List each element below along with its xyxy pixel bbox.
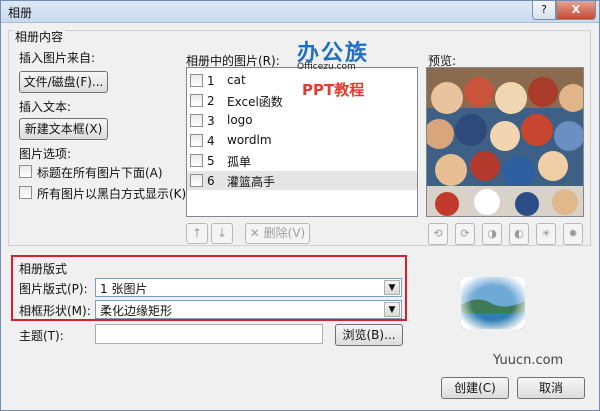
watermark-subtitle: PPT教程 <box>302 81 365 99</box>
picture-options-label: 图片选项: <box>19 147 72 161</box>
insert-picture-from-label: 插入图片来自: <box>19 51 96 65</box>
list-item[interactable]: 3 logo <box>187 111 417 130</box>
rotate-left-icon[interactable]: ⟲ <box>428 223 448 245</box>
picture-layout-select[interactable]: 1 张图片 ▼ <box>95 278 402 297</box>
picture-checkbox[interactable] <box>190 74 203 87</box>
watermark-url: Officezu.com <box>297 62 356 72</box>
dropdown-arrow-icon: ▼ <box>384 280 400 295</box>
dropdown-arrow-icon: ▼ <box>384 302 400 317</box>
contrast-up-icon[interactable]: ◑ <box>482 223 502 245</box>
picture-name: wordlm <box>227 133 272 147</box>
frame-shape-label: 相框形状(M): <box>19 304 91 318</box>
picture-checkbox[interactable] <box>190 174 203 187</box>
create-button[interactable]: 创建(C) <box>441 377 509 399</box>
frame-shape-value: 柔化边缘矩形 <box>100 304 173 318</box>
help-button[interactable]: ? <box>532 1 556 20</box>
photo-album-dialog: 相册 ? X 相册内容 插入图片来自: 文件/磁盘(F)... 插入文本: 新建… <box>0 0 600 411</box>
black-white-label: 所有图片以黑白方式显示(K) <box>37 187 187 201</box>
picture-number: 6 <box>207 174 215 188</box>
black-white-checkbox[interactable] <box>19 186 32 199</box>
delete-x-icon: ✕ <box>249 226 260 240</box>
watermark-logo: 办公族 Officezu.com PPT教程 <box>297 35 409 111</box>
frame-shape-select[interactable]: 柔化边缘矩形 ▼ <box>95 300 402 319</box>
anime-collage-picture <box>427 68 583 216</box>
list-item[interactable]: 5 孤单 <box>187 151 417 170</box>
picture-name: logo <box>227 113 253 127</box>
picture-name: 灌篮高手 <box>227 175 276 189</box>
picture-number: 2 <box>207 94 215 108</box>
move-down-button[interactable]: ↓ <box>211 223 233 244</box>
picture-layout-value: 1 张图片 <box>100 282 148 296</box>
album-content-legend: 相册内容 <box>13 28 66 45</box>
picture-name: cat <box>227 73 246 87</box>
picture-checkbox[interactable] <box>190 94 203 107</box>
delete-button[interactable]: ✕ 删除(V) <box>245 223 310 244</box>
preview-image <box>426 67 584 217</box>
new-textbox-button[interactable]: 新建文本框(X) <box>19 118 108 140</box>
picture-checkbox[interactable] <box>190 154 203 167</box>
picture-number: 1 <box>207 74 215 88</box>
album-layout-legend: 相册版式 <box>19 262 68 276</box>
list-item[interactable]: 4 wordlm <box>187 131 417 150</box>
picture-layout-label: 图片版式(P): <box>19 282 88 296</box>
picture-checkbox[interactable] <box>190 134 203 147</box>
title-bar: 相册 ? X <box>1 1 599 23</box>
picture-number: 3 <box>207 114 215 128</box>
arrow-down-icon: ↓ <box>216 226 228 240</box>
watermark-corner-text: Yuucn.com <box>493 353 564 368</box>
picture-name: 孤单 <box>227 155 252 169</box>
move-up-button[interactable]: ↑ <box>186 223 208 244</box>
picture-checkbox[interactable] <box>190 114 203 127</box>
delete-label: 删除(V) <box>263 226 306 240</box>
caption-below-label: 标题在所有图片下面(A) <box>37 166 163 180</box>
contrast-down-icon[interactable]: ◐ <box>509 223 529 245</box>
theme-label: 主题(T): <box>19 329 64 343</box>
cancel-button[interactable]: 取消 <box>517 377 585 399</box>
dialog-title: 相册 <box>8 6 33 20</box>
caption-below-checkbox[interactable] <box>19 165 32 178</box>
browse-button[interactable]: 浏览(B)... <box>335 324 403 346</box>
picture-number: 5 <box>207 154 215 168</box>
brightness-up-icon[interactable]: ☀ <box>536 223 556 245</box>
picture-name: Excel函数 <box>227 95 283 109</box>
theme-input[interactable] <box>95 324 323 344</box>
close-button[interactable]: X <box>556 1 596 20</box>
picture-number: 4 <box>207 134 215 148</box>
list-item-selected[interactable]: 6 灌篮高手 <box>187 171 417 190</box>
landscape-thumbnail-picture <box>461 277 525 329</box>
insert-text-label: 插入文本: <box>19 100 72 114</box>
layout-thumbnail <box>461 277 525 329</box>
rotate-right-icon[interactable]: ⟳ <box>455 223 475 245</box>
brightness-down-icon[interactable]: ✹ <box>563 223 583 245</box>
file-disk-button[interactable]: 文件/磁盘(F)... <box>19 71 108 93</box>
arrow-up-icon: ↑ <box>191 226 203 240</box>
